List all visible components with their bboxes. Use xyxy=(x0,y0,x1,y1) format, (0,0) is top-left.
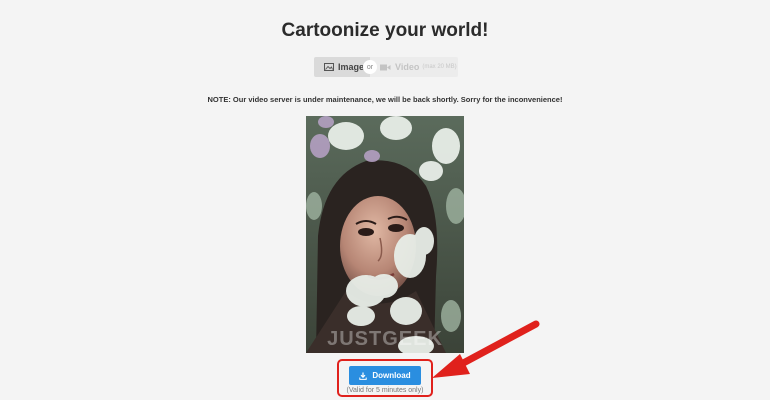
video-camera-icon xyxy=(380,64,391,71)
maintenance-note: NOTE: Our video server is under maintena… xyxy=(207,95,563,104)
download-button[interactable]: Download xyxy=(349,366,421,385)
video-mode-label: Video xyxy=(395,62,420,72)
image-icon xyxy=(324,63,334,71)
image-mode-label: Image xyxy=(338,62,365,72)
or-separator: or xyxy=(363,60,377,74)
video-mode-button[interactable]: Video (max 20 MB) xyxy=(370,57,458,77)
download-icon xyxy=(359,372,368,380)
download-label: Download xyxy=(372,371,411,380)
image-mode-button[interactable]: Image xyxy=(314,57,370,77)
mode-toggle: Image or Video (max 20 MB) xyxy=(314,57,458,77)
page-title: Cartoonize your world! xyxy=(281,20,489,41)
validity-note: (Valid for 5 minutes only) xyxy=(346,387,424,394)
pointer-arrow-icon xyxy=(432,320,540,378)
video-size-limit: (max 20 MB) xyxy=(422,64,457,70)
